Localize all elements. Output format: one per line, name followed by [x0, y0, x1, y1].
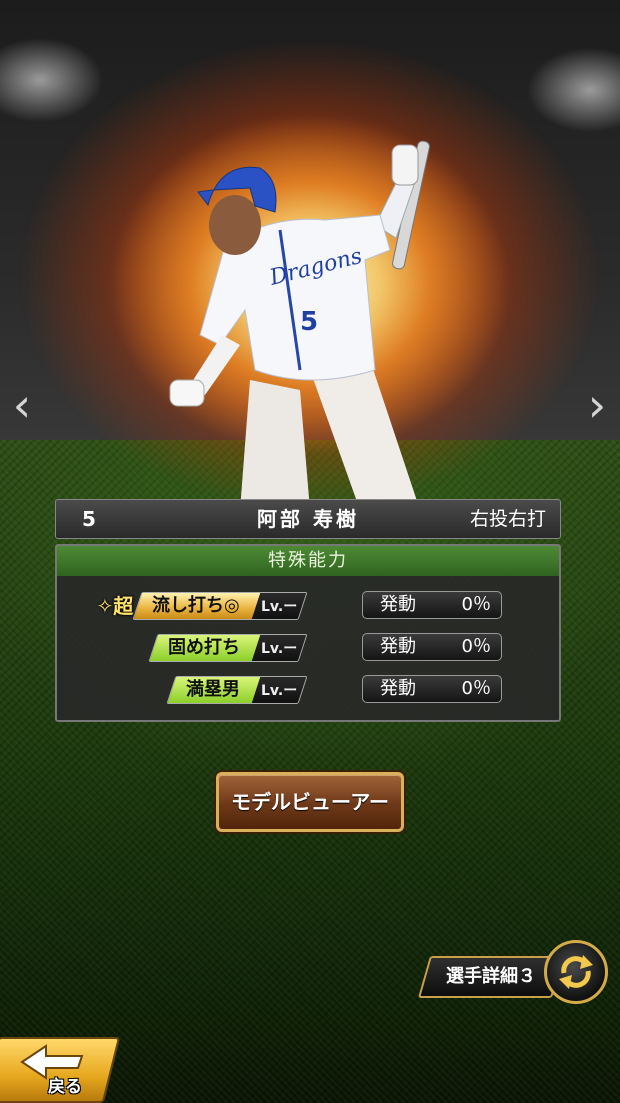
- ability-badge: 固め打ち Lv.ー: [148, 634, 308, 662]
- ability-level: Lv.ー: [260, 599, 298, 615]
- activation-rate: 0％: [461, 636, 491, 657]
- activation-rate-box: 発動 0％: [362, 675, 502, 703]
- ability-badge: 満塁男 Lv.ー: [166, 676, 308, 704]
- activation-rate-box: 発動 0％: [362, 633, 502, 661]
- activation-rate: 0％: [461, 594, 491, 615]
- model-viewer-button[interactable]: モデルビューアー: [216, 772, 404, 832]
- activation-rate: 0％: [461, 678, 491, 699]
- activation-label: 発動: [380, 678, 416, 699]
- ability-level: Lv.ー: [260, 641, 298, 657]
- ability-row[interactable]: 満塁男 Lv.ー 発動 0％: [57, 675, 559, 706]
- activation-label: 発動: [380, 594, 416, 615]
- activation-rate-box: 発動 0％: [362, 591, 502, 619]
- previous-player-arrow[interactable]: ‹: [5, 380, 39, 430]
- player-illustration: Dragons 5: [169, 140, 430, 510]
- next-player-arrow[interactable]: ›: [580, 380, 614, 430]
- throw-bat-hand: 右投右打: [469, 508, 546, 530]
- super-ability-icon: ✧超: [96, 594, 134, 618]
- ability-name: 満塁男: [186, 679, 240, 700]
- uniform-number: 5: [300, 307, 318, 337]
- ability-name: 固め打ち: [168, 637, 240, 658]
- ability-row[interactable]: ✧超 流し打ち◎ Lv.ー 発動 0％: [57, 591, 559, 622]
- ability-badge: ✧超 流し打ち◎ Lv.ー: [97, 592, 308, 620]
- player-number: 5: [82, 507, 96, 531]
- ability-level: Lv.ー: [260, 683, 298, 699]
- swap-arrows-icon: [559, 955, 593, 989]
- ability-name: 流し打ち◎: [152, 595, 240, 616]
- player-name-bar: 阿部 寿樹 5 右投右打: [55, 499, 561, 539]
- swap-icon-button[interactable]: [544, 940, 608, 1004]
- player-detail-label: 選手詳細３: [446, 966, 536, 987]
- back-label: 戻る: [48, 1077, 82, 1097]
- panel-title: 特殊能力: [57, 546, 559, 576]
- special-abilities-panel: 特殊能力 ✧超 流し打ち◎ Lv.ー 発動 0％ 固め打ち Lv.ー 発動 0％…: [55, 544, 561, 722]
- ability-row[interactable]: 固め打ち Lv.ー 発動 0％: [57, 633, 559, 664]
- activation-label: 発動: [380, 636, 416, 657]
- player-detail-button[interactable]: 選手詳細３: [417, 956, 565, 998]
